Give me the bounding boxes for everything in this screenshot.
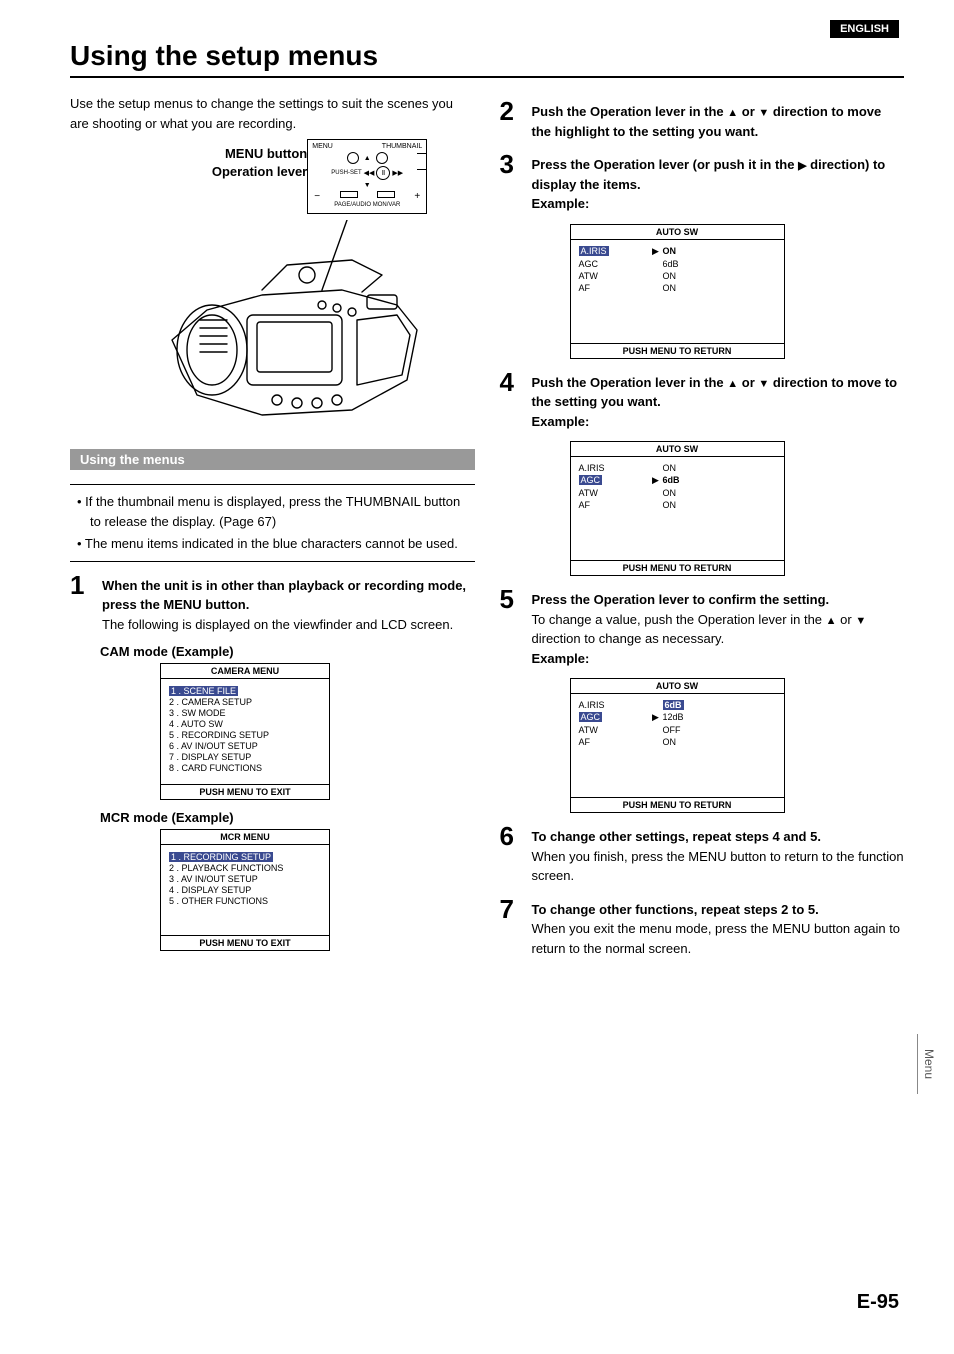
down-arrow-icon (758, 104, 769, 119)
step-5: 5 Press the Operation lever to confirm t… (500, 586, 905, 668)
up-arrow-icon (727, 104, 738, 119)
down-arrow-icon (758, 375, 769, 390)
page-number: E-95 (857, 1291, 899, 1314)
step-1: 1 When the unit is in other than playbac… (70, 572, 475, 635)
note-thumbnail: • If the thumbnail menu is displayed, pr… (90, 492, 475, 531)
camera-illustration (152, 220, 452, 430)
step-6: 6 To change other settings, repeat steps… (500, 823, 905, 886)
intro-text: Use the setup menus to change the settin… (70, 94, 475, 133)
step-3: 3 Press the Operation lever (or push it … (500, 151, 905, 214)
cam-mode-title: CAM mode (Example) (100, 644, 475, 659)
camera-menu-box: CAMERA MENU 1 . SCENE FILE2 . CAMERA SET… (160, 663, 330, 800)
step-1-lead: When the unit is in other than playback … (102, 578, 466, 613)
step-1-follow: The following is displayed on the viewfi… (102, 615, 475, 635)
mcr-mode-title: MCR mode (Example) (100, 810, 475, 825)
figure-controls: MENU button Operation lever MENU THUMBNA… (70, 139, 475, 433)
right-arrow-icon (798, 157, 806, 172)
label-menu-button: MENU button (212, 145, 307, 163)
step-2: 2 Push the Operation lever in the or dir… (500, 98, 905, 141)
label-operation-lever: Operation lever (212, 163, 307, 181)
up-arrow-icon (727, 375, 738, 390)
step-4: 4 Push the Operation lever in the or dir… (500, 369, 905, 432)
language-badge: ENGLISH (830, 20, 899, 38)
down-arrow-icon (855, 612, 866, 627)
auto-sw-box-2: AUTO SW A.IRISONAGC▶6dBATWONAFON PUSH ME… (570, 441, 785, 576)
auto-sw-box-1: AUTO SW A.IRIS▶ONAGC6dBATWONAFON PUSH ME… (570, 224, 785, 359)
step-7: 7 To change other functions, repeat step… (500, 896, 905, 959)
auto-sw-box-3: AUTO SW A.IRIS6dBAGC▶12dBATWOFFAFON PUSH… (570, 678, 785, 813)
step-number: 1 (70, 572, 92, 598)
mcr-menu-box: MCR MENU 1 . RECORDING SETUP2 . PLAYBACK… (160, 829, 330, 951)
section-using-menus: Using the menus (70, 449, 475, 470)
notes-box: • If the thumbnail menu is displayed, pr… (70, 484, 475, 562)
side-tab-menu: Menu (917, 1034, 936, 1094)
up-arrow-icon (826, 612, 837, 627)
page-title: Using the setup menus (70, 40, 904, 78)
control-panel-diagram: MENU THUMBNAIL ▲ PUSH-SET◀◀Ⅱ▶▶ ▼ − + PAG… (307, 139, 427, 214)
note-blue-items: • The menu items indicated in the blue c… (90, 534, 475, 554)
